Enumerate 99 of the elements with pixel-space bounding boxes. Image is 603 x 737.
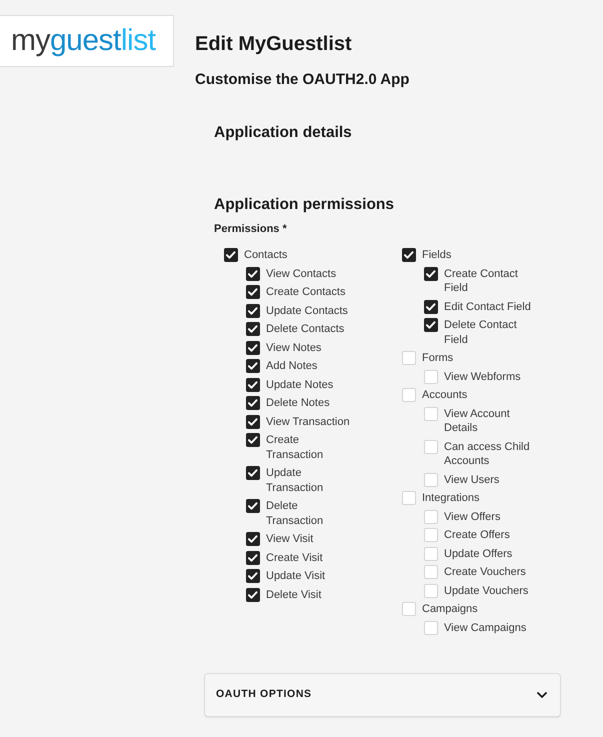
permission-label: Update Notes [266, 378, 334, 392]
checkbox[interactable] [224, 248, 238, 262]
checkbox[interactable] [246, 396, 260, 410]
permission-label: Create Visit [266, 550, 323, 565]
permission-label: Create Contact Field [444, 266, 519, 296]
permission-label: View Contacts [266, 266, 336, 281]
checkbox[interactable] [424, 318, 438, 332]
checkbox[interactable] [424, 440, 438, 454]
chevron-down-icon [537, 692, 547, 698]
check-icon [248, 344, 258, 352]
oauth-options-accordion[interactable]: OAUTH OPTIONS [204, 673, 561, 717]
permission-label: View Account Details [444, 406, 511, 436]
checkbox[interactable] [424, 584, 438, 598]
check-icon [426, 302, 436, 310]
check-icon [248, 572, 258, 580]
permission-label: Forms [422, 351, 454, 366]
permission-label: Can access Child Accounts [444, 440, 531, 468]
permission-label: Create Transaction [266, 433, 324, 462]
check-icon [248, 399, 258, 407]
checkbox[interactable] [246, 433, 260, 447]
permission-label: View Transaction [266, 414, 350, 429]
permission-label: View Notes [266, 340, 322, 355]
check-icon [248, 502, 258, 510]
checkbox[interactable] [424, 370, 438, 384]
checkbox[interactable] [402, 248, 416, 262]
check-icon [248, 418, 258, 426]
permission-label: Delete Transaction [266, 499, 324, 528]
checkbox[interactable] [246, 532, 260, 546]
check-icon [248, 325, 258, 333]
checkbox[interactable] [424, 565, 438, 579]
permission-label: Integrations [422, 491, 480, 506]
permission-label: Delete Notes [266, 396, 330, 410]
checkbox[interactable] [246, 304, 260, 318]
checkbox[interactable] [424, 300, 438, 314]
checkbox[interactable] [246, 359, 260, 373]
permission-label: Accounts [422, 388, 468, 402]
checkbox[interactable] [246, 340, 260, 354]
checkbox[interactable] [424, 510, 438, 524]
permission-label: Delete Contact Field [444, 318, 518, 347]
check-icon [248, 590, 258, 598]
checkbox[interactable] [246, 550, 260, 564]
checkbox[interactable] [246, 569, 260, 583]
page-title: Edit MyGuestlist [195, 32, 353, 57]
permission-label: View Users [444, 472, 500, 487]
permission-label: View Webforms [444, 370, 521, 384]
checkbox[interactable] [246, 266, 260, 280]
permission-label: View Campaigns [444, 620, 526, 635]
check-icon [426, 321, 436, 329]
permission-label: Delete Contacts [266, 322, 344, 336]
checkbox[interactable] [424, 266, 438, 280]
field-label: Permissions * [214, 222, 288, 237]
check-icon [248, 288, 258, 296]
page-subtitle: Customise the OAUTH2.0 App [195, 70, 410, 90]
check-icon [248, 436, 258, 444]
permission-label: Campaigns [422, 602, 478, 616]
checkbox[interactable] [246, 499, 260, 513]
checkbox[interactable] [424, 620, 438, 634]
checkbox[interactable] [402, 388, 416, 402]
permission-label: Update Contacts [266, 304, 348, 318]
permission-label: View Offers [444, 510, 500, 524]
permission-label: Update Transaction [266, 466, 324, 495]
permission-label: View Visit [266, 532, 314, 546]
checkbox[interactable] [246, 466, 260, 480]
check-icon [426, 270, 436, 278]
permission-label: Add Notes [266, 359, 318, 374]
permission-label: Update Visit [266, 569, 326, 584]
checkbox[interactable] [424, 528, 438, 542]
check-icon [226, 251, 236, 259]
check-icon [248, 535, 258, 543]
checkbox[interactable] [246, 322, 260, 336]
check-icon [248, 554, 258, 562]
permission-label: Edit Contact Field [444, 300, 531, 314]
checkbox[interactable] [424, 546, 438, 560]
checkbox[interactable] [246, 285, 260, 299]
check-icon [248, 270, 258, 278]
check-icon [404, 251, 414, 259]
section-heading: Application permissions [214, 195, 396, 215]
check-icon [248, 380, 258, 388]
section-heading: Application details [214, 123, 353, 143]
checkbox[interactable] [424, 406, 438, 420]
permission-label: Create Vouchers [444, 565, 526, 580]
check-icon [248, 306, 258, 314]
permission-label: Fields [422, 248, 452, 262]
permission-label: Create Contacts [266, 285, 346, 300]
checkbox[interactable] [402, 491, 416, 505]
logo: myguestlist [0, 15, 174, 67]
permission-label: Delete Visit [266, 588, 322, 602]
checkbox[interactable] [246, 378, 260, 392]
checkbox[interactable] [402, 602, 416, 616]
check-icon [248, 469, 258, 477]
permission-label: Contacts [244, 248, 288, 262]
check-icon [248, 362, 258, 370]
checkbox[interactable] [402, 351, 416, 365]
permission-label: Update Vouchers [444, 584, 528, 598]
permission-label: Create Offers [444, 528, 510, 542]
checkbox[interactable] [246, 414, 260, 428]
checkbox[interactable] [424, 472, 438, 486]
checkbox[interactable] [246, 588, 260, 602]
permission-label: Update Offers [444, 546, 512, 561]
